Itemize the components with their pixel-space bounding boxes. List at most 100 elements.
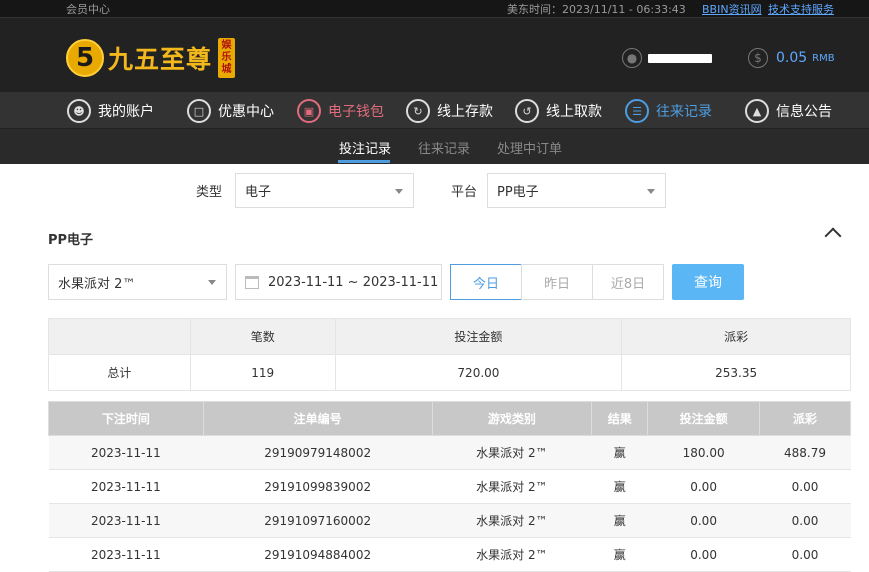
logo-text: 九五至尊 (108, 45, 213, 74)
nav-label: 我的账户 (98, 104, 154, 120)
last-8-days-button[interactable]: 近8日 (592, 264, 664, 300)
game-category: 水果派对 2™ (432, 503, 592, 538)
payout: 0.00 (759, 537, 851, 572)
chevron-down-icon (208, 280, 216, 285)
bet-result: 赢 (591, 435, 648, 470)
top-bar: 会员中心 美东时间：2023/11/11 - 06:33:43 BBIN资讯网 … (0, 0, 869, 17)
summary-cell: 119 (189, 354, 336, 391)
type-select-value: 电子 (245, 185, 272, 200)
bbin-link[interactable]: BBIN资讯网 (702, 1, 762, 17)
bet-amount: 180.00 (647, 435, 760, 470)
logo[interactable]: 5 九五至尊 娱乐城 (66, 36, 236, 80)
chevron-down-icon (395, 189, 403, 194)
table-row[interactable]: 2023-11-11 29191097160002 水果派对 2™ 赢 0.00… (48, 503, 851, 538)
deposit-icon: ↻ (406, 99, 430, 123)
yesterday-button[interactable]: 昨日 (521, 264, 593, 300)
bet-time: 2023-11-11 (48, 503, 204, 538)
active-tab-indicator (338, 160, 390, 163)
today-button[interactable]: 今日 (450, 264, 522, 300)
nav-label: 往来记录 (656, 104, 712, 120)
bet-id: 29190979148002 (203, 435, 433, 470)
server-time: 美东时间：2023/11/11 - 06:33:43 (507, 3, 686, 16)
tab-bet-records[interactable]: 投注记录 (339, 138, 391, 157)
nav-wallet[interactable]: ▣ 电子钱包 (297, 97, 384, 125)
withdraw-icon: ↺ (515, 99, 539, 123)
platform-label: 平台 (451, 185, 478, 200)
column-header: 结果 (591, 401, 649, 436)
details-header-row: 下注时间 注单编号 游戏类别 结果 投注金额 派彩 (48, 401, 851, 436)
nav-my-account[interactable]: ☻ 我的账户 (67, 97, 154, 125)
summary-cell: 720.00 (334, 354, 623, 391)
bet-result: 赢 (591, 537, 648, 572)
bet-amount: 0.00 (647, 537, 760, 572)
chevron-down-icon (647, 189, 655, 194)
summary-header-row: 笔数 投注金额 派彩 (48, 318, 851, 355)
summary-header-cell (48, 318, 191, 355)
bet-time: 2023-11-11 (48, 469, 204, 504)
game-select[interactable]: 水果派对 2™ (48, 264, 227, 300)
calendar-icon (245, 275, 259, 289)
bet-id: 29191094884002 (203, 537, 433, 572)
type-select[interactable]: 电子 (235, 173, 414, 208)
payout: 0.00 (759, 503, 851, 538)
wallet-icon: ▣ (297, 99, 321, 123)
column-header: 投注金额 (647, 401, 761, 436)
game-select-value: 水果派对 2™ (58, 276, 136, 292)
logo-mark: 5 (66, 39, 104, 77)
bell-icon: ▲ (745, 99, 769, 123)
sub-nav: 投注记录 往来记录 处理中订单 (0, 129, 869, 164)
payout: 0.00 (759, 469, 851, 504)
summary-header-cell: 投注金额 (334, 318, 623, 355)
tab-pending-orders[interactable]: 处理中订单 (497, 138, 562, 157)
nav-label: 线上取款 (546, 104, 602, 120)
bet-details-table: 下注时间 注单编号 游戏类别 结果 投注金额 派彩 2023-11-11 291… (48, 401, 851, 572)
table-row[interactable]: 2023-11-11 29190979148002 水果派对 2™ 赢 180.… (48, 435, 851, 470)
nav-promotions[interactable]: □ 优惠中心 (187, 97, 274, 125)
nav-withdraw[interactable]: ↺ 线上取款 (515, 97, 602, 125)
table-row[interactable]: 2023-11-11 29191099839002 水果派对 2™ 赢 0.00… (48, 469, 851, 504)
user-info[interactable]: ● (622, 48, 712, 68)
nav-label: 优惠中心 (218, 104, 274, 120)
bet-amount: 0.00 (647, 469, 760, 504)
nav-deposit[interactable]: ↻ 线上存款 (406, 97, 493, 125)
logo-tag: 娱乐城 (218, 38, 236, 78)
date-range-value: 2023-11-11 ~ 2023-11-11 (268, 274, 439, 290)
date-range-input[interactable]: 2023-11-11 ~ 2023-11-11 (235, 264, 442, 300)
main-nav: ☻ 我的账户 □ 优惠中心 ▣ 电子钱包 ↻ 线上存款 ↺ 线上取款 ☰ 往来记… (0, 92, 869, 129)
game-category: 水果派对 2™ (432, 469, 592, 504)
platform-select[interactable]: PP电子 (487, 173, 666, 208)
balance-amount: 0.05 (776, 50, 808, 66)
support-link[interactable]: 技术支持服务 (768, 1, 834, 17)
bet-amount: 0.00 (647, 503, 760, 538)
column-header: 下注时间 (48, 401, 204, 436)
summary-cell: 253.35 (621, 354, 851, 391)
bet-result: 赢 (591, 469, 648, 504)
member-center-label: 会员中心 (66, 3, 110, 16)
nav-label: 电子钱包 (328, 104, 384, 120)
query-button[interactable]: 查询 (672, 264, 744, 300)
type-label: 类型 (196, 185, 223, 200)
tab-transactions[interactable]: 往来记录 (418, 138, 470, 157)
header: 5 九五至尊 娱乐城 ● $ 0.05 RMB (0, 17, 869, 92)
table-row[interactable]: 2023-11-11 29191094884002 水果派对 2™ 赢 0.00… (48, 537, 851, 572)
platform-select-value: PP电子 (497, 185, 539, 200)
section-title: PP电子 (48, 233, 94, 248)
chevron-up-icon[interactable] (824, 227, 842, 245)
summary-cell: 总计 (48, 354, 191, 391)
column-header: 派彩 (759, 401, 851, 436)
user-icon: ● (622, 48, 642, 68)
nav-label: 线上存款 (437, 104, 493, 120)
gift-icon: □ (187, 99, 211, 123)
summary-table: 笔数 投注金额 派彩 总计 119 720.00 253.35 (48, 318, 851, 391)
game-category: 水果派对 2™ (432, 435, 592, 470)
nav-announcements[interactable]: ▲ 信息公告 (745, 97, 832, 125)
game-category: 水果派对 2™ (432, 537, 592, 572)
nav-label: 信息公告 (776, 104, 832, 120)
bet-id: 29191099839002 (203, 469, 433, 504)
user-icon: ☻ (67, 99, 91, 123)
nav-records[interactable]: ☰ 往来记录 (625, 97, 712, 125)
masked-username (648, 53, 712, 63)
column-header: 游戏类别 (431, 401, 593, 436)
summary-total-row: 总计 119 720.00 253.35 (48, 354, 851, 391)
column-header: 注单编号 (202, 401, 433, 436)
